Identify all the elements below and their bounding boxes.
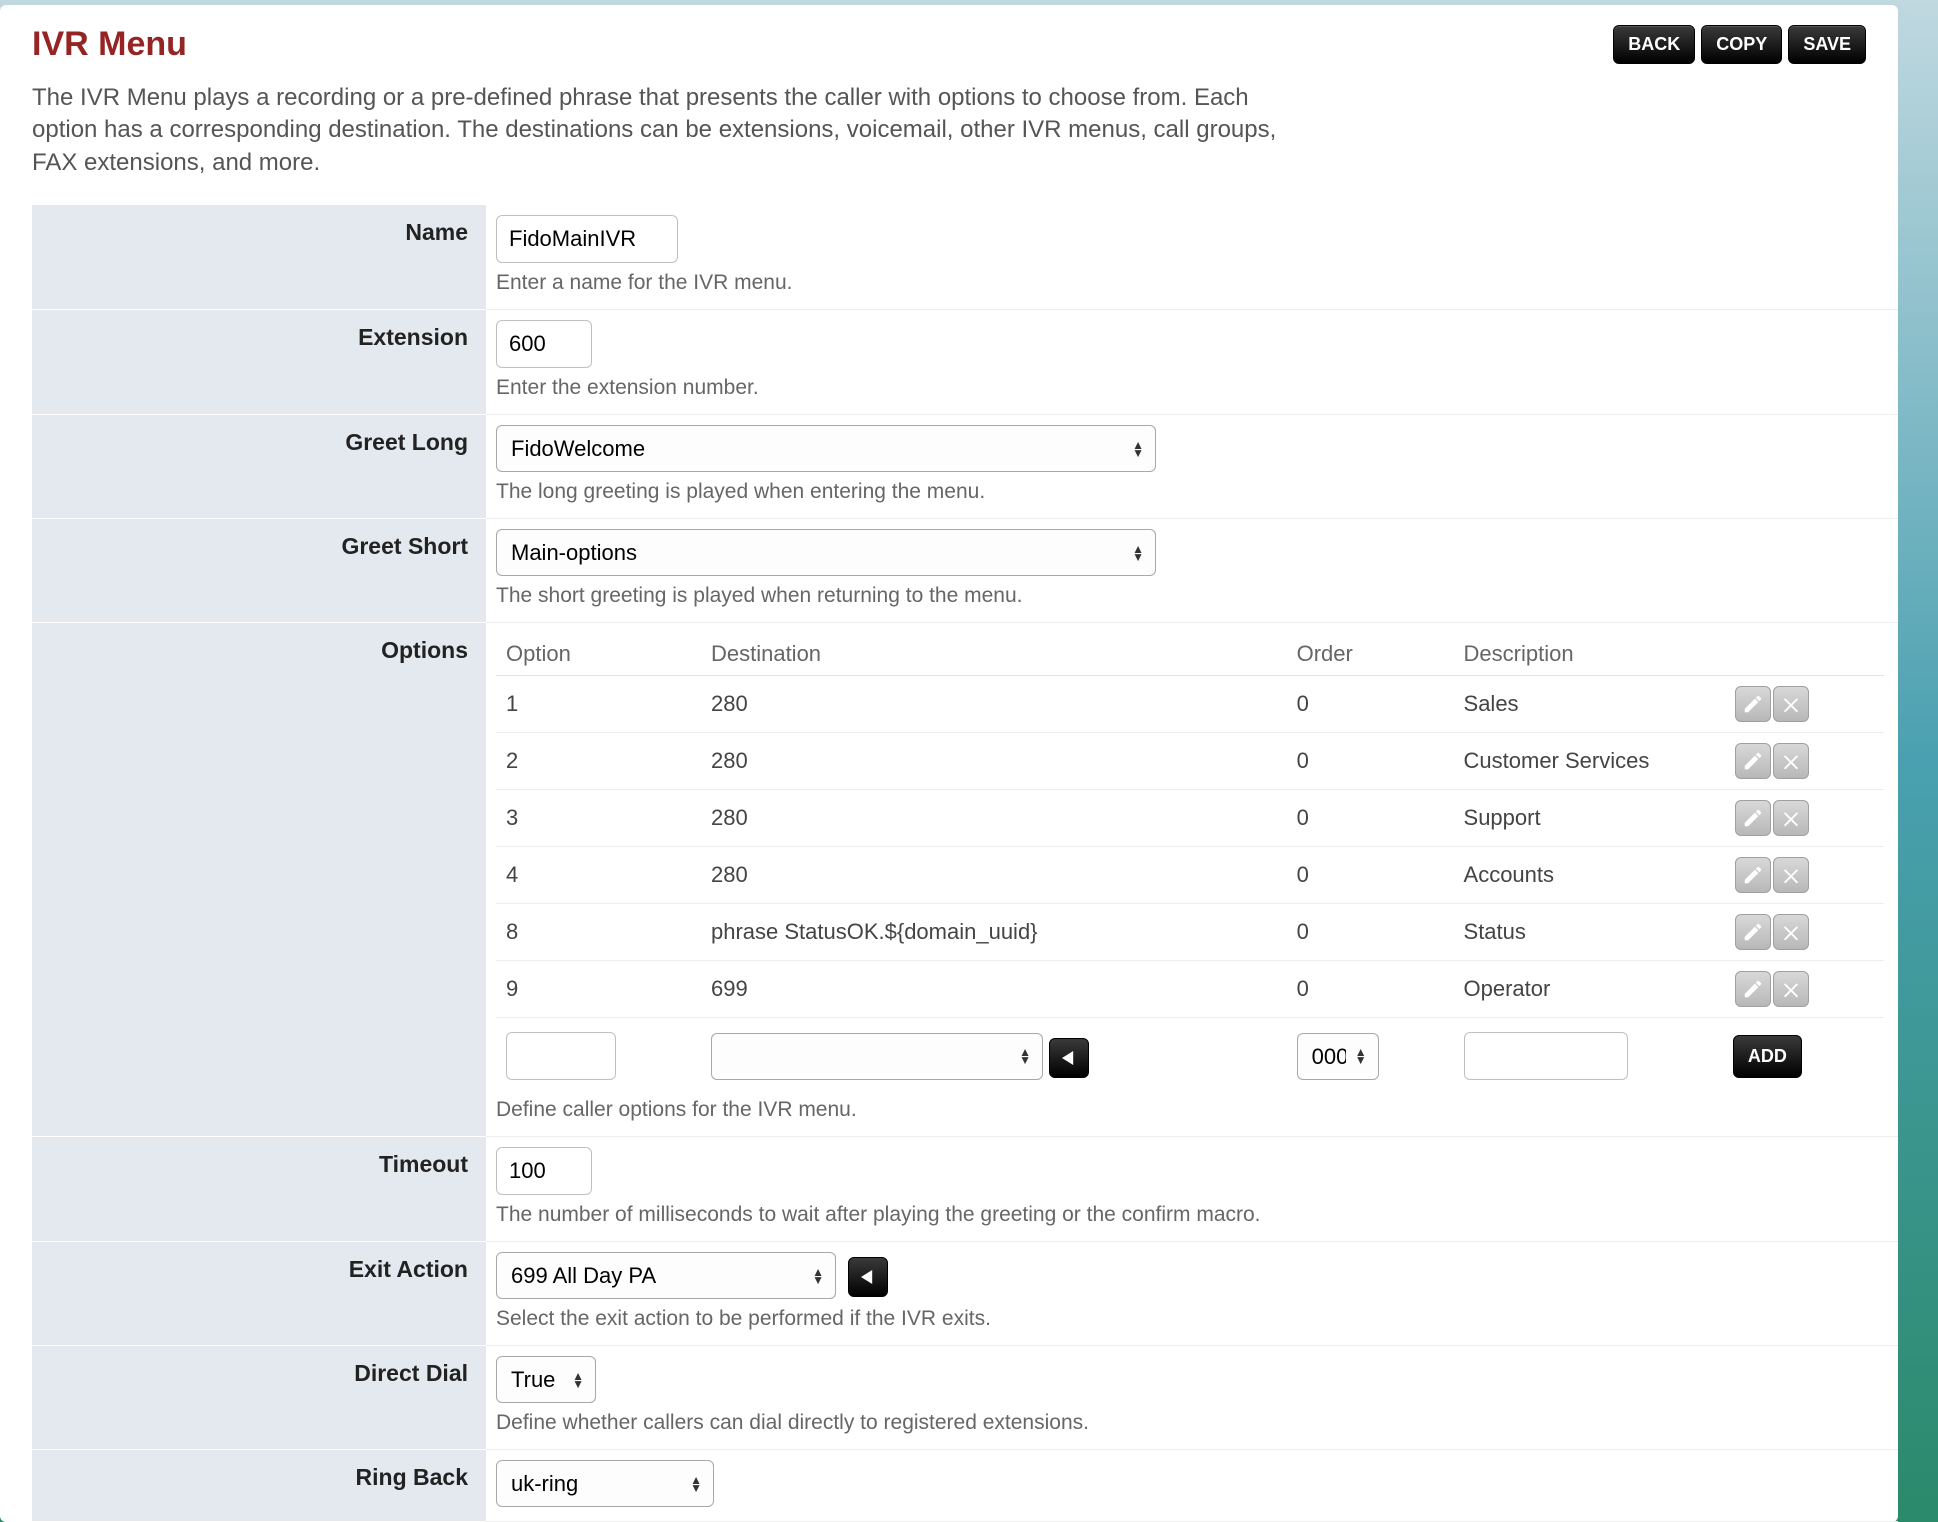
save-button[interactable]: SAVE: [1788, 25, 1866, 64]
direct-dial-select[interactable]: True: [496, 1356, 596, 1403]
delete-button[interactable]: [1773, 857, 1809, 893]
destination-cell: 280: [701, 733, 1287, 790]
name-label: Name: [32, 205, 486, 310]
ring-back-select[interactable]: uk-ring: [496, 1460, 714, 1507]
back-button[interactable]: BACK: [1613, 25, 1695, 64]
destination-cell: 280: [701, 790, 1287, 847]
greet-long-label: Greet Long: [32, 415, 486, 519]
form-table: Name Enter a name for the IVR menu. Exte…: [32, 205, 1898, 1522]
page-title: IVR Menu: [32, 25, 187, 64]
extension-helper: Enter the extension number.: [496, 376, 1884, 400]
exit-action-select[interactable]: 699 All Day PA: [496, 1252, 836, 1299]
triangle-left-icon: [861, 1270, 875, 1284]
edit-button[interactable]: [1735, 800, 1771, 836]
ring-back-label: Ring Back: [32, 1450, 486, 1522]
option-cell: 2: [496, 733, 701, 790]
order-cell: 0: [1287, 733, 1454, 790]
name-helper: Enter a name for the IVR menu.: [496, 271, 1884, 295]
new-description-input[interactable]: [1464, 1032, 1628, 1080]
table-row: 32800Support: [496, 790, 1884, 847]
exit-action-helper: Select the exit action to be performed i…: [496, 1307, 1884, 1331]
add-option-row: ▲▼000▲▼ADD: [496, 1018, 1884, 1091]
description-cell: Accounts: [1454, 847, 1723, 904]
timeout-input[interactable]: [496, 1147, 592, 1195]
edit-button[interactable]: [1735, 914, 1771, 950]
delete-button[interactable]: [1773, 971, 1809, 1007]
options-label: Options: [32, 623, 486, 1137]
header-buttons: BACK COPY SAVE: [1613, 25, 1866, 64]
description-cell: Sales: [1454, 676, 1723, 733]
name-input[interactable]: [496, 215, 678, 263]
extension-input[interactable]: [496, 320, 592, 368]
option-cell: 4: [496, 847, 701, 904]
destination-cell: 699: [701, 961, 1287, 1018]
order-cell: 0: [1287, 790, 1454, 847]
timeout-label: Timeout: [32, 1137, 486, 1242]
options-helper: Define caller options for the IVR menu.: [496, 1098, 1884, 1122]
order-cell: 0: [1287, 961, 1454, 1018]
copy-button[interactable]: COPY: [1701, 25, 1782, 64]
order-cell: 0: [1287, 904, 1454, 961]
delete-button[interactable]: [1773, 914, 1809, 950]
destination-cell: 280: [701, 847, 1287, 904]
extension-label: Extension: [32, 310, 486, 415]
exit-action-toggle-button[interactable]: [848, 1257, 888, 1297]
description-cell: Support: [1454, 790, 1723, 847]
option-cell: 1: [496, 676, 701, 733]
option-cell: 9: [496, 961, 701, 1018]
timeout-helper: The number of milliseconds to wait after…: [496, 1203, 1884, 1227]
delete-button[interactable]: [1773, 686, 1809, 722]
option-cell: 8: [496, 904, 701, 961]
order-cell: 0: [1287, 676, 1454, 733]
ivr-menu-page: IVR Menu BACK COPY SAVE The IVR Menu pla…: [0, 5, 1898, 1522]
col-option: Option: [496, 633, 701, 676]
table-row: 42800Accounts: [496, 847, 1884, 904]
destination-toggle-button[interactable]: [1049, 1038, 1089, 1078]
destination-cell: phrase StatusOK.${domain_uuid}: [701, 904, 1287, 961]
col-destination: Destination: [701, 633, 1287, 676]
delete-button[interactable]: [1773, 800, 1809, 836]
new-order-select[interactable]: 000: [1297, 1033, 1379, 1080]
add-button[interactable]: ADD: [1733, 1035, 1802, 1078]
table-row: 96990Operator: [496, 961, 1884, 1018]
description-cell: Status: [1454, 904, 1723, 961]
greet-long-select[interactable]: FidoWelcome: [496, 425, 1156, 472]
page-description: The IVR Menu plays a recording or a pre-…: [32, 82, 1312, 179]
table-row: 8phrase StatusOK.${domain_uuid}0Status: [496, 904, 1884, 961]
direct-dial-helper: Define whether callers can dial directly…: [496, 1411, 1884, 1435]
edit-button[interactable]: [1735, 857, 1771, 893]
destination-cell: 280: [701, 676, 1287, 733]
table-row: 22800Customer Services: [496, 733, 1884, 790]
exit-action-label: Exit Action: [32, 1242, 486, 1346]
options-table: Option Destination Order Description 128…: [496, 633, 1884, 1090]
triangle-left-icon: [1062, 1051, 1076, 1065]
greet-short-helper: The short greeting is played when return…: [496, 584, 1884, 608]
direct-dial-label: Direct Dial: [32, 1346, 486, 1450]
delete-button[interactable]: [1773, 743, 1809, 779]
description-cell: Operator: [1454, 961, 1723, 1018]
edit-button[interactable]: [1735, 686, 1771, 722]
greet-short-select[interactable]: Main-options: [496, 529, 1156, 576]
col-description: Description: [1454, 633, 1723, 676]
description-cell: Customer Services: [1454, 733, 1723, 790]
col-order: Order: [1287, 633, 1454, 676]
page-header: IVR Menu BACK COPY SAVE: [32, 25, 1898, 64]
edit-button[interactable]: [1735, 971, 1771, 1007]
greet-short-label: Greet Short: [32, 519, 486, 623]
table-row: 12800Sales: [496, 676, 1884, 733]
greet-long-helper: The long greeting is played when enterin…: [496, 480, 1884, 504]
order-cell: 0: [1287, 847, 1454, 904]
new-option-input[interactable]: [506, 1032, 616, 1080]
edit-button[interactable]: [1735, 743, 1771, 779]
option-cell: 3: [496, 790, 701, 847]
new-destination-select[interactable]: [711, 1033, 1043, 1080]
